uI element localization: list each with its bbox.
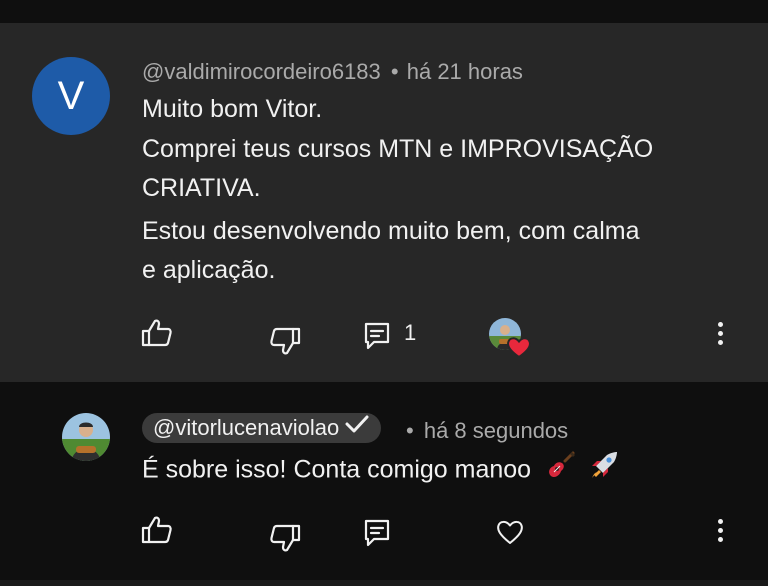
comment-line-1: Muito bom Vitor. xyxy=(142,95,323,123)
reply-avatar[interactable] xyxy=(62,413,110,461)
comment-line-4: Estou desenvolvendo muito bem, com calma xyxy=(142,217,640,245)
comment-author[interactable]: @valdimirocordeiro6183 xyxy=(142,59,381,84)
reply-icon[interactable] xyxy=(364,322,390,350)
more-vertical-icon[interactable] xyxy=(718,322,723,349)
comment-meta: @valdimirocordeiro6183 • há 21 horas xyxy=(142,59,523,85)
top-bar xyxy=(0,0,768,23)
comment-line-5: e aplicação. xyxy=(142,256,276,284)
reply-meta: • há 8 segundos xyxy=(406,418,568,444)
guitar-emoji xyxy=(546,450,576,492)
thumbs-down-icon[interactable] xyxy=(269,326,301,356)
comment-line-3: CRIATIVA. xyxy=(142,174,261,202)
comment-time: há 21 horas xyxy=(406,59,523,84)
reply-icon[interactable] xyxy=(364,519,390,547)
thumbs-up-icon[interactable] xyxy=(141,318,173,348)
reply-count[interactable]: 1 xyxy=(404,320,416,346)
avatar[interactable]: V xyxy=(32,57,110,135)
more-vertical-icon[interactable] xyxy=(718,519,723,546)
heart-icon[interactable] xyxy=(495,518,525,546)
creator-heart-icon xyxy=(506,335,532,359)
meta-separator: • xyxy=(390,59,399,84)
reply-time: há 8 segundos xyxy=(423,418,569,443)
reply-text-content: É sobre isso! Conta comigo manoo xyxy=(142,455,532,484)
creator-handle-chip[interactable]: @vitorlucenaviolao xyxy=(142,412,382,443)
thumbs-up-icon[interactable] xyxy=(141,515,173,545)
meta-separator: • xyxy=(406,418,414,443)
comment-line-2: Comprei teus cursos MTN e IMPROVISAÇÃO xyxy=(142,135,654,163)
reply-author: @vitorlucenaviolao xyxy=(153,415,340,440)
divider xyxy=(0,580,768,586)
rocket-emoji xyxy=(589,450,619,492)
thumbs-down-icon[interactable] xyxy=(269,523,301,553)
checkmark-icon xyxy=(345,412,369,442)
reply-text: É sobre isso! Conta comigo manoo xyxy=(142,450,619,492)
